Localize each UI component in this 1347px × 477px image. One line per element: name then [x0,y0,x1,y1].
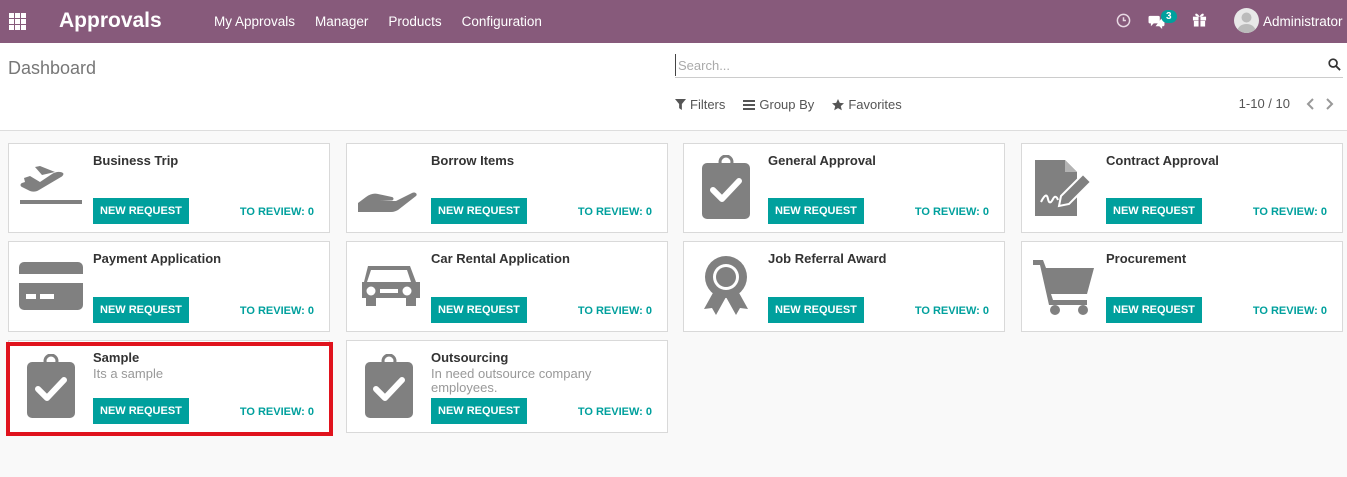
new-request-button[interactable]: NEW REQUEST [93,198,189,224]
kanban-card[interactable]: Sample Its a sample NEW REQUEST TO REVIE… [8,340,330,433]
card-description: In need outsource company employees. [431,366,592,395]
card-title: Payment Application [93,251,222,266]
filters-button[interactable]: Filters [675,97,725,112]
control-panel: Dashboard Filters Group By Favorites 1-1… [0,43,1347,131]
gift-icon[interactable] [1192,12,1207,30]
group-by-button[interactable]: Group By [743,97,814,112]
bars-icon [743,99,756,110]
card-title: Sample [93,350,140,365]
filters-label: Filters [690,97,726,112]
clipboard-check-icon [353,351,425,423]
card-title: Outsourcing [431,350,509,365]
to-review-link[interactable]: TO REVIEW: 0 [240,305,314,317]
pager-next-icon[interactable] [1325,97,1334,110]
kanban-card[interactable]: Job Referral Award NEW REQUEST TO REVIEW… [683,241,1005,332]
shopping-cart-icon [1028,250,1100,322]
card-description: Its a sample [93,366,164,381]
card-title: General Approval [768,153,876,168]
to-review-link[interactable]: TO REVIEW: 0 [1253,206,1327,218]
to-review-link[interactable]: TO REVIEW: 0 [915,206,989,218]
clipboard-check-icon [690,152,762,224]
new-request-button[interactable]: NEW REQUEST [431,198,527,224]
new-request-button[interactable]: NEW REQUEST [1106,198,1202,224]
kanban-card[interactable]: Procurement NEW REQUEST TO REVIEW: 0 [1021,241,1343,332]
to-review-link[interactable]: TO REVIEW: 0 [915,305,989,317]
group-by-label: Group By [759,97,815,112]
search-input[interactable] [675,54,1315,76]
search-bar [675,54,1343,78]
card-title: Procurement [1106,251,1187,266]
car-icon [353,250,425,322]
top-navbar: Approvals My Approvals Manager Products … [0,0,1347,43]
new-request-button[interactable]: NEW REQUEST [431,398,527,424]
to-review-link[interactable]: TO REVIEW: 0 [240,406,314,418]
menu-products[interactable]: Products [388,14,441,29]
new-request-button[interactable]: NEW REQUEST [768,198,864,224]
to-review-link[interactable]: TO REVIEW: 0 [240,206,314,218]
new-request-button[interactable]: NEW REQUEST [93,297,189,323]
card-title: Job Referral Award [768,251,887,266]
star-icon [832,98,845,110]
plane-icon [15,152,87,224]
new-request-button[interactable]: NEW REQUEST [93,398,189,424]
card-title: Contract Approval [1106,153,1219,168]
pager-previous-icon[interactable] [1306,97,1315,110]
card-title: Borrow Items [431,153,515,168]
search-icon[interactable] [1328,58,1341,74]
pager: 1-10 / 10 [1239,96,1334,111]
kanban-card[interactable]: Outsourcing In need outsource company em… [346,340,668,433]
kanban-card[interactable]: Payment Application NEW REQUEST TO REVIE… [8,241,330,332]
message-count-badge: 3 [1161,10,1177,23]
kanban-card[interactable]: Borrow Items NEW REQUEST TO REVIEW: 0 [346,143,668,233]
search-options: Filters Group By Favorites [675,97,902,112]
kanban-card[interactable]: General Approval NEW REQUEST TO REVIEW: … [683,143,1005,233]
new-request-button[interactable]: NEW REQUEST [768,297,864,323]
credit-card-icon [15,250,87,322]
kanban-card[interactable]: Contract Approval NEW REQUEST TO REVIEW:… [1021,143,1343,233]
contract-sign-icon [1028,152,1100,224]
card-title: Business Trip [93,153,179,168]
user-name[interactable]: Administrator [1263,14,1343,29]
to-review-link[interactable]: TO REVIEW: 0 [578,305,652,317]
filter-icon [675,99,686,110]
favorites-label: Favorites [848,97,902,112]
hand-icon [353,152,425,224]
main-menu: My Approvals Manager Products Configurat… [214,14,542,29]
menu-manager[interactable]: Manager [315,14,368,29]
to-review-link[interactable]: TO REVIEW: 0 [578,206,652,218]
new-request-button[interactable]: NEW REQUEST [1106,297,1202,323]
new-request-button[interactable]: NEW REQUEST [431,297,527,323]
menu-configuration[interactable]: Configuration [462,14,542,29]
clipboard-check-icon [15,351,87,423]
kanban-card[interactable]: Car Rental Application NEW REQUEST TO RE… [346,241,668,332]
card-title: Car Rental Application [431,251,570,266]
favorites-button[interactable]: Favorites [832,97,902,112]
apps-menu-icon[interactable] [9,13,26,30]
to-review-link[interactable]: TO REVIEW: 0 [1253,305,1327,317]
pager-counter[interactable]: 1-10 / 10 [1239,96,1290,111]
menu-my-approvals[interactable]: My Approvals [214,14,295,29]
activity-clock-icon[interactable] [1116,13,1131,31]
user-avatar[interactable] [1234,8,1259,33]
kanban-card[interactable]: Business Trip NEW REQUEST TO REVIEW: 0 [8,143,330,233]
to-review-link[interactable]: TO REVIEW: 0 [578,406,652,418]
app-brand[interactable]: Approvals [59,9,162,33]
award-icon [690,250,762,322]
page-title: Dashboard [8,58,97,78]
